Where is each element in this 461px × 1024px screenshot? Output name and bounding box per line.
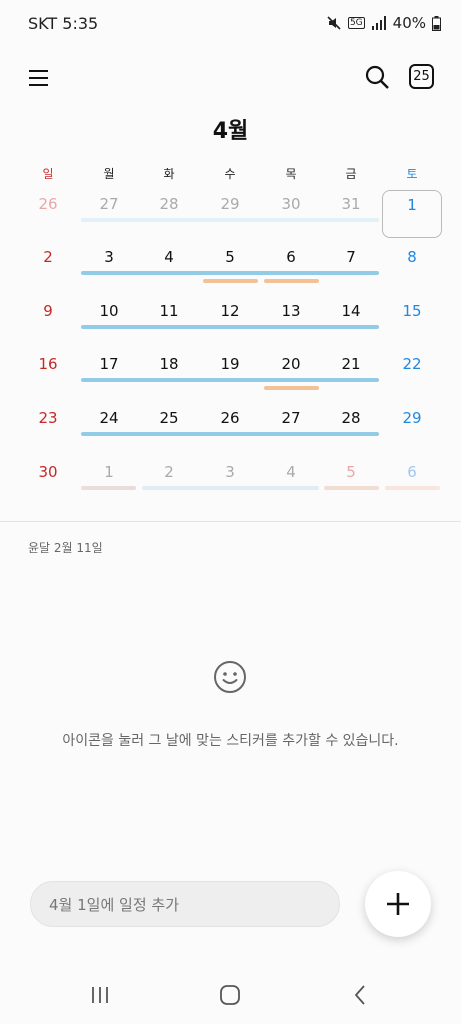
calendar-day[interactable]: 1 [79, 458, 139, 498]
calendar-day[interactable]: 13 [261, 297, 321, 337]
add-event-placeholder: 4월 1일에 일정 추가 [49, 895, 179, 914]
calendar-day[interactable]: 15 [382, 297, 442, 337]
lunar-date: 윤달 2월 11일 [28, 541, 103, 555]
event-bar[interactable] [81, 218, 379, 222]
event-bar[interactable] [324, 486, 379, 490]
calendar-day[interactable]: 17 [79, 350, 139, 390]
calendar-day[interactable]: 12 [200, 297, 260, 337]
calendar-day[interactable]: 2 [18, 243, 78, 283]
calendar-day[interactable]: 28 [139, 190, 199, 230]
search-icon[interactable] [362, 62, 394, 94]
calendar-day[interactable]: 21 [321, 350, 381, 390]
weekday-label: 수 [224, 167, 236, 181]
weekday-label: 일 [42, 167, 54, 181]
sticker-smiley-icon[interactable] [213, 660, 247, 694]
weekday-label: 토 [406, 167, 418, 181]
calendar-day[interactable]: 2 [139, 458, 199, 498]
calendar-day[interactable]: 6 [382, 458, 442, 498]
calendar-day[interactable]: 29 [200, 190, 260, 230]
navigation-bar [0, 966, 461, 1024]
battery-icon [432, 15, 441, 31]
calendar-day[interactable]: 7 [321, 243, 381, 283]
carrier-time: SKT 5:35 [28, 14, 99, 33]
event-bar[interactable] [81, 271, 379, 275]
weekday-header: 일 월 화 수 목 금 토 [18, 165, 443, 185]
calendar-day[interactable]: 29 [382, 404, 442, 444]
calendar-day[interactable]: 19 [200, 350, 260, 390]
status-bar: SKT 5:35 5G 40% [0, 0, 461, 46]
calendar-day[interactable]: 10 [79, 297, 139, 337]
weekday-label: 화 [163, 167, 175, 181]
sticker-hint: 아이콘을 눌러 그 날에 맞는 스티커를 추가할 수 있습니다. [62, 733, 399, 749]
weekday-label: 월 [103, 167, 115, 181]
home-icon[interactable] [210, 980, 250, 1010]
back-icon[interactable] [340, 980, 380, 1010]
signal-icon [371, 16, 386, 30]
recent-apps-icon[interactable] [80, 980, 120, 1010]
calendar-day[interactable]: 18 [139, 350, 199, 390]
calendar-day[interactable]: 23 [18, 404, 78, 444]
calendar-day[interactable]: 4 [261, 458, 321, 498]
calendar-day[interactable]: 8 [382, 243, 442, 283]
event-bar[interactable] [142, 486, 319, 490]
today-button[interactable]: 25 [409, 64, 434, 89]
calendar-day[interactable]: 16 [18, 350, 78, 390]
calendar-day[interactable]: 4 [139, 243, 199, 283]
calendar-day[interactable]: 14 [321, 297, 381, 337]
calendar-day[interactable]: 3 [79, 243, 139, 283]
calendar-day[interactable]: 3 [200, 458, 260, 498]
month-title[interactable]: 4월 [0, 113, 461, 145]
calendar-day[interactable]: 30 [261, 190, 321, 230]
event-bar[interactable] [81, 325, 379, 329]
plus-icon [387, 893, 409, 915]
top-bar: 25 [0, 56, 461, 100]
event-bar[interactable] [264, 386, 319, 390]
menu-icon[interactable] [24, 62, 56, 94]
calendar-day[interactable]: 25 [139, 404, 199, 444]
event-bar[interactable] [385, 486, 440, 490]
calendar-day[interactable]: 27 [79, 190, 139, 230]
add-button[interactable] [365, 871, 431, 937]
calendar-day[interactable]: 6 [261, 243, 321, 283]
calendar-day[interactable]: 24 [79, 404, 139, 444]
status-icons: 5G 40% [326, 14, 441, 32]
network-type: 5G [347, 17, 365, 29]
calendar-day[interactable]: 5 [200, 243, 260, 283]
calendar-day[interactable]: 26 [18, 190, 78, 230]
weekday-label: 금 [345, 167, 357, 181]
divider [0, 521, 461, 522]
event-bar[interactable] [81, 486, 136, 490]
event-bar[interactable] [264, 279, 319, 283]
add-event-input[interactable]: 4월 1일에 일정 추가 [30, 881, 340, 927]
event-bar[interactable] [81, 432, 379, 436]
calendar-day[interactable]: 22 [382, 350, 442, 390]
mute-icon [327, 16, 341, 30]
calendar-day[interactable]: 28 [321, 404, 381, 444]
weekday-label: 목 [285, 167, 297, 181]
calendar-day[interactable]: 11 [139, 297, 199, 337]
month-grid: 26 27 28 29 30 31 1 2 3 4 5 6 7 8 9 10 1… [18, 190, 443, 520]
calendar-day[interactable]: 9 [18, 297, 78, 337]
calendar-day[interactable]: 20 [261, 350, 321, 390]
battery-percent: 40% [392, 14, 426, 32]
calendar-day[interactable]: 26 [200, 404, 260, 444]
calendar-day[interactable]: 27 [261, 404, 321, 444]
event-bar[interactable] [81, 378, 379, 382]
event-bar[interactable] [203, 279, 258, 283]
calendar-day[interactable]: 31 [321, 190, 381, 230]
calendar-day[interactable]: 30 [18, 458, 78, 498]
calendar-day[interactable]: 5 [321, 458, 381, 498]
calendar-day-selected[interactable]: 1 [382, 190, 442, 238]
